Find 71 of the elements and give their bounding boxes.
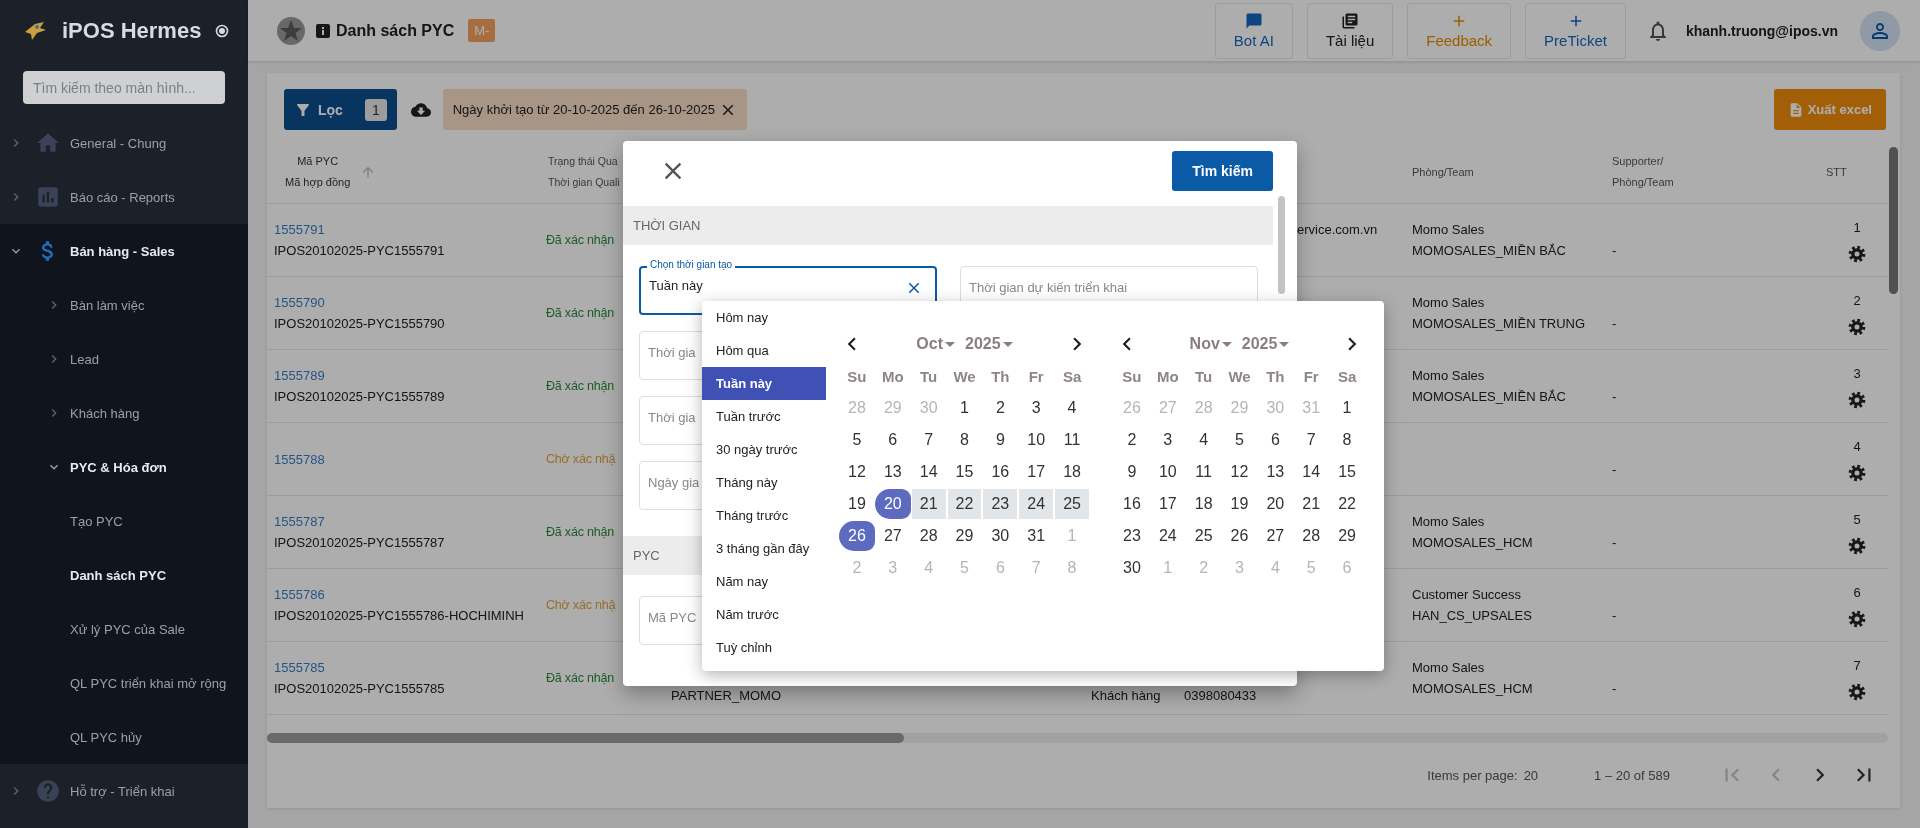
contract-code: IPOS20102025-PYC1555791 xyxy=(274,242,446,260)
supporter-text: - xyxy=(1612,315,1618,333)
page-range: 1 – 20 of 589 xyxy=(1594,767,1670,783)
supporter-text: - xyxy=(1612,534,1618,552)
status-text: Đã xác nhận xyxy=(546,669,615,687)
status-text: Đã xác nhận xyxy=(546,523,615,541)
weekday-label: Mo xyxy=(880,366,905,387)
supporter-text: - xyxy=(1612,242,1618,260)
status-text: Chờ xác nhậ xyxy=(546,596,617,614)
column-header: Trạng thái Qua Thời gian Quali xyxy=(548,154,620,190)
team-code: MOMOSALES_HCM xyxy=(1412,534,1534,552)
team-code: MOMOSALES_HCM xyxy=(1412,680,1534,698)
section-header: THỜI GIAN xyxy=(623,206,1273,245)
status-text: Chờ xác nhậ xyxy=(546,450,617,468)
team-name: Momo Sales xyxy=(1412,659,1486,677)
contract-code: IPOS20102025-PYC1555787 xyxy=(274,534,446,552)
partner-text: PARTNER_MOMO xyxy=(671,687,783,705)
email-text: ervice.com.vn xyxy=(1297,221,1379,239)
contract-code: IPOS20102025-PYC1555789 xyxy=(274,388,446,406)
row-number: 1 xyxy=(1853,218,1861,237)
supporter-text: - xyxy=(1612,680,1618,698)
weekday-label: We xyxy=(952,366,977,387)
team-code: HAN_CS_UPSALES xyxy=(1412,607,1533,625)
weekday-label: Su xyxy=(1121,366,1143,387)
column-header: Supporter/ Phòng/Team xyxy=(1612,154,1674,190)
weekday-label: Th xyxy=(990,366,1011,387)
supporter-text: - xyxy=(1612,388,1618,406)
items-per-page-label: Items per page: xyxy=(1427,767,1518,783)
page-title: Danh sách PYC xyxy=(336,21,455,40)
row-number: 3 xyxy=(1853,364,1861,383)
team-name: Momo Sales xyxy=(1412,513,1486,531)
weekday-label: Tu xyxy=(919,366,939,387)
team-code: MOMOSALES_MIỀN BẮC xyxy=(1412,388,1567,406)
chip-text: Ngày khởi tạo từ 20-10-2025 đến 26-10-2025 xyxy=(452,102,715,117)
column-header: Mã PYC Mã hợp đồng xyxy=(285,154,351,190)
contract-code: IPOS20102025-PYC1555790 xyxy=(274,315,446,333)
contract-code: IPOS20102025-PYC1555786-HOCHIMINH xyxy=(274,607,525,625)
weekday-label: Fr xyxy=(1302,366,1320,387)
row-number: 2 xyxy=(1853,291,1861,310)
field-label: Chọn thời gian tạo xyxy=(647,259,736,271)
weekday-label: Mo xyxy=(1155,366,1180,387)
weekday-label: Fr xyxy=(1027,366,1045,387)
status-text: Đã xác nhận xyxy=(546,231,615,249)
row-number: 6 xyxy=(1853,583,1861,602)
weekday-label: Su xyxy=(846,366,868,387)
weekday-label: Th xyxy=(1265,366,1286,387)
status-text: Đã xác nhận xyxy=(546,304,615,322)
team-code: MOMOSALES_MIỀN TRUNG xyxy=(1412,315,1587,333)
phone-number: 0398080433 xyxy=(1184,687,1258,705)
team-name: Momo Sales xyxy=(1412,221,1486,239)
contract-code: IPOS20102025-PYC1555785 xyxy=(274,680,446,698)
status-text: Đã xác nhận xyxy=(546,377,615,395)
weekday-label: Tu xyxy=(1194,366,1214,387)
supporter-text: - xyxy=(1612,461,1618,479)
app-title: iPOS Hermes xyxy=(62,17,202,44)
user-email: khanh.truong@ipos.vn xyxy=(1685,22,1838,39)
row-number: 5 xyxy=(1853,510,1861,529)
weekday-label: We xyxy=(1227,366,1252,387)
row-number: 7 xyxy=(1853,656,1861,675)
weekday-label: Sa xyxy=(1336,366,1358,387)
team-name: Momo Sales xyxy=(1412,367,1486,385)
supporter-text: - xyxy=(1612,607,1618,625)
column-header: STT xyxy=(1826,164,1847,180)
column-header: Phòng/Team xyxy=(1412,164,1474,180)
mode-badge: M- xyxy=(468,19,496,42)
row-number: 4 xyxy=(1853,437,1861,456)
team-code: MOMOSALES_MIỀN BẮC xyxy=(1412,242,1567,260)
team-name: Momo Sales xyxy=(1412,294,1486,312)
customer-type: Khách hàng xyxy=(1091,687,1162,705)
weekday-label: Sa xyxy=(1061,366,1083,387)
team-name: Customer Success xyxy=(1412,586,1523,604)
